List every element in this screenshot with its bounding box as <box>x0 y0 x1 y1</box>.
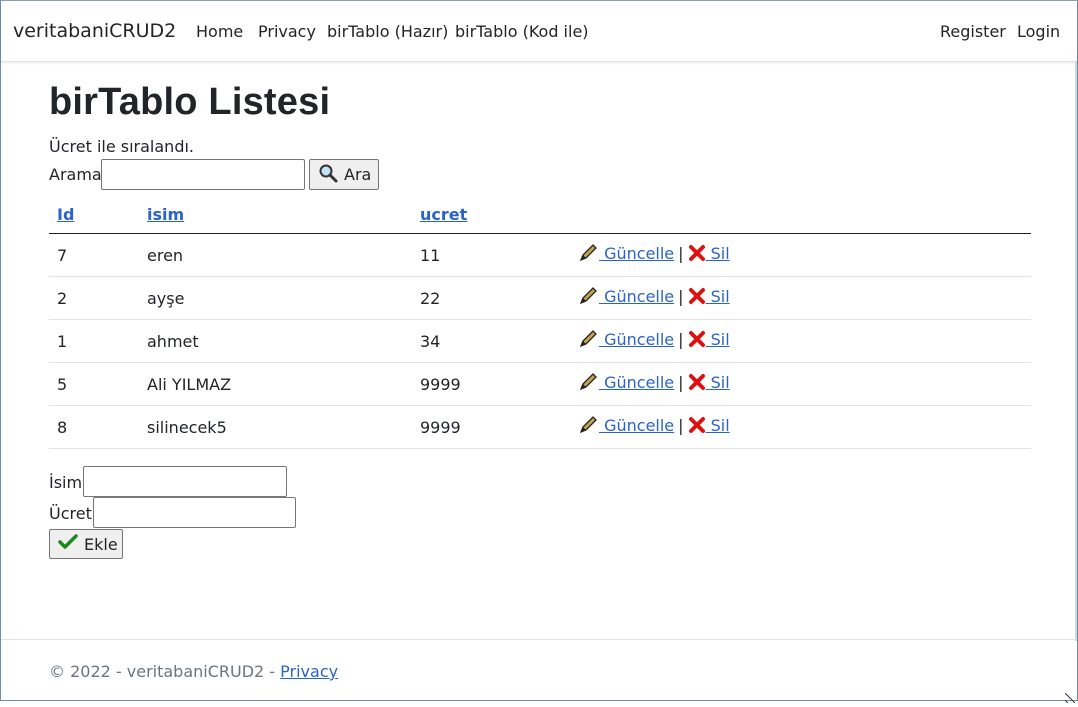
header-isim: isim <box>139 196 412 234</box>
delete-x-icon <box>688 287 706 309</box>
cell-isim: silinecek5 <box>139 405 412 449</box>
ucret-input[interactable] <box>93 497 296 528</box>
cell-isim: Ali YILMAZ <box>139 362 412 406</box>
nav-register[interactable]: Register <box>940 22 1006 41</box>
cell-actions: Güncelle | Sil <box>571 233 1031 277</box>
delete-link[interactable]: Sil <box>688 287 730 306</box>
search-button[interactable]: Ara <box>309 159 379 190</box>
update-link[interactable]: Güncelle <box>579 244 674 263</box>
search-icon <box>318 163 338 187</box>
table-row: 2 ayşe 22 Güncelle | Sil <box>49 276 1031 320</box>
delete-x-icon <box>688 373 706 395</box>
cell-isim: ayşe <box>139 276 412 320</box>
delete-label: Sil <box>705 244 730 263</box>
cell-actions: Güncelle | Sil <box>571 405 1031 449</box>
delete-x-icon <box>688 330 706 352</box>
cell-id: 8 <box>49 405 139 449</box>
update-label: Güncelle <box>599 330 675 349</box>
delete-label: Sil <box>705 373 730 392</box>
cell-isim: ahmet <box>139 319 412 363</box>
sorted-text: Ücret ile sıralandı. <box>49 137 194 156</box>
delete-link[interactable]: Sil <box>688 416 730 435</box>
table-row: 5 Ali YILMAZ 9999 Güncelle | Sil <box>49 362 1031 406</box>
page-title: birTablo Listesi <box>49 81 331 123</box>
cell-actions: Güncelle | Sil <box>571 276 1031 320</box>
sort-id-link[interactable]: Id <box>57 205 74 224</box>
search-button-label: Ara <box>344 165 372 184</box>
table-row: 1 ahmet 34 Güncelle | Sil <box>49 319 1031 363</box>
delete-x-icon <box>688 244 706 266</box>
update-label: Güncelle <box>599 416 675 435</box>
cell-id: 5 <box>49 362 139 406</box>
update-link[interactable]: Güncelle <box>579 287 674 306</box>
add-button-label: Ekle <box>84 534 118 554</box>
action-separator: | <box>678 373 684 392</box>
isim-input[interactable] <box>83 466 287 497</box>
pencil-icon <box>579 330 599 352</box>
pencil-icon <box>579 373 599 395</box>
pencil-icon <box>579 244 599 266</box>
cell-ucret: 22 <box>412 276 571 320</box>
update-link[interactable]: Güncelle <box>579 330 674 349</box>
cell-id: 1 <box>49 319 139 363</box>
footer-privacy-link[interactable]: Privacy <box>280 662 338 681</box>
action-separator: | <box>678 244 684 263</box>
resize-grip-icon[interactable] <box>1064 688 1076 704</box>
delete-link[interactable]: Sil <box>688 373 730 392</box>
check-icon <box>58 534 78 554</box>
cell-ucret: 9999 <box>412 362 571 406</box>
cell-actions: Güncelle | Sil <box>571 319 1031 363</box>
cell-ucret: 11 <box>412 233 571 277</box>
cell-id: 7 <box>49 233 139 277</box>
isim-label: İsim <box>49 473 83 492</box>
update-label: Güncelle <box>599 244 675 263</box>
cell-id: 2 <box>49 276 139 320</box>
table-row: 8 silinecek5 9999 Güncelle | Sil <box>49 405 1031 449</box>
nav-privacy[interactable]: Privacy <box>258 22 316 41</box>
delete-label: Sil <box>705 416 730 435</box>
table-header-row: Id isim ucret <box>49 196 1031 234</box>
delete-link[interactable]: Sil <box>688 330 730 349</box>
pencil-icon <box>579 287 599 309</box>
delete-label: Sil <box>705 330 730 349</box>
update-label: Güncelle <box>599 287 675 306</box>
table-row: 7 eren 11 Güncelle | Sil <box>49 233 1031 277</box>
ucret-label: Ücret <box>49 504 92 523</box>
nav-birtablo-hazir[interactable]: birTablo (Hazır) <box>327 22 448 41</box>
footer: © 2022 - veritabaniCRUD2 - Privacy <box>49 662 338 681</box>
delete-x-icon <box>688 416 706 438</box>
navbar: veritabaniCRUD2 Home Privacy birTablo (H… <box>1 1 1077 62</box>
footer-divider <box>1 639 1077 640</box>
nav-login[interactable]: Login <box>1017 22 1060 41</box>
footer-text: © 2022 - veritabaniCRUD2 - <box>49 662 281 681</box>
cell-isim: eren <box>139 233 412 277</box>
update-label: Güncelle <box>599 373 675 392</box>
search-input[interactable] <box>101 159 305 190</box>
cell-ucret: 34 <box>412 319 571 363</box>
brand-link[interactable]: veritabaniCRUD2 <box>13 20 176 42</box>
nav-birtablo-kod[interactable]: birTablo (Kod ile) <box>455 22 589 41</box>
pencil-icon <box>579 416 599 438</box>
cell-ucret: 9999 <box>412 405 571 449</box>
sort-ucret-link[interactable]: ucret <box>420 205 467 224</box>
sort-isim-link[interactable]: isim <box>147 205 184 224</box>
add-button[interactable]: Ekle <box>49 529 123 559</box>
nav-home[interactable]: Home <box>196 22 243 41</box>
delete-link[interactable]: Sil <box>688 244 730 263</box>
scrollbar[interactable] <box>1075 61 1077 641</box>
action-separator: | <box>678 416 684 435</box>
header-actions <box>571 196 1031 234</box>
action-separator: | <box>678 330 684 349</box>
header-ucret: ucret <box>412 196 571 234</box>
action-separator: | <box>678 287 684 306</box>
update-link[interactable]: Güncelle <box>579 373 674 392</box>
data-table: Id isim ucret 7 eren 11 Güncelle | Sil 2 ayşe… <box>49 196 1031 449</box>
delete-label: Sil <box>705 287 730 306</box>
header-id: Id <box>49 196 139 234</box>
update-link[interactable]: Güncelle <box>579 416 674 435</box>
cell-actions: Güncelle | Sil <box>571 362 1031 406</box>
search-label: Arama <box>49 165 102 184</box>
